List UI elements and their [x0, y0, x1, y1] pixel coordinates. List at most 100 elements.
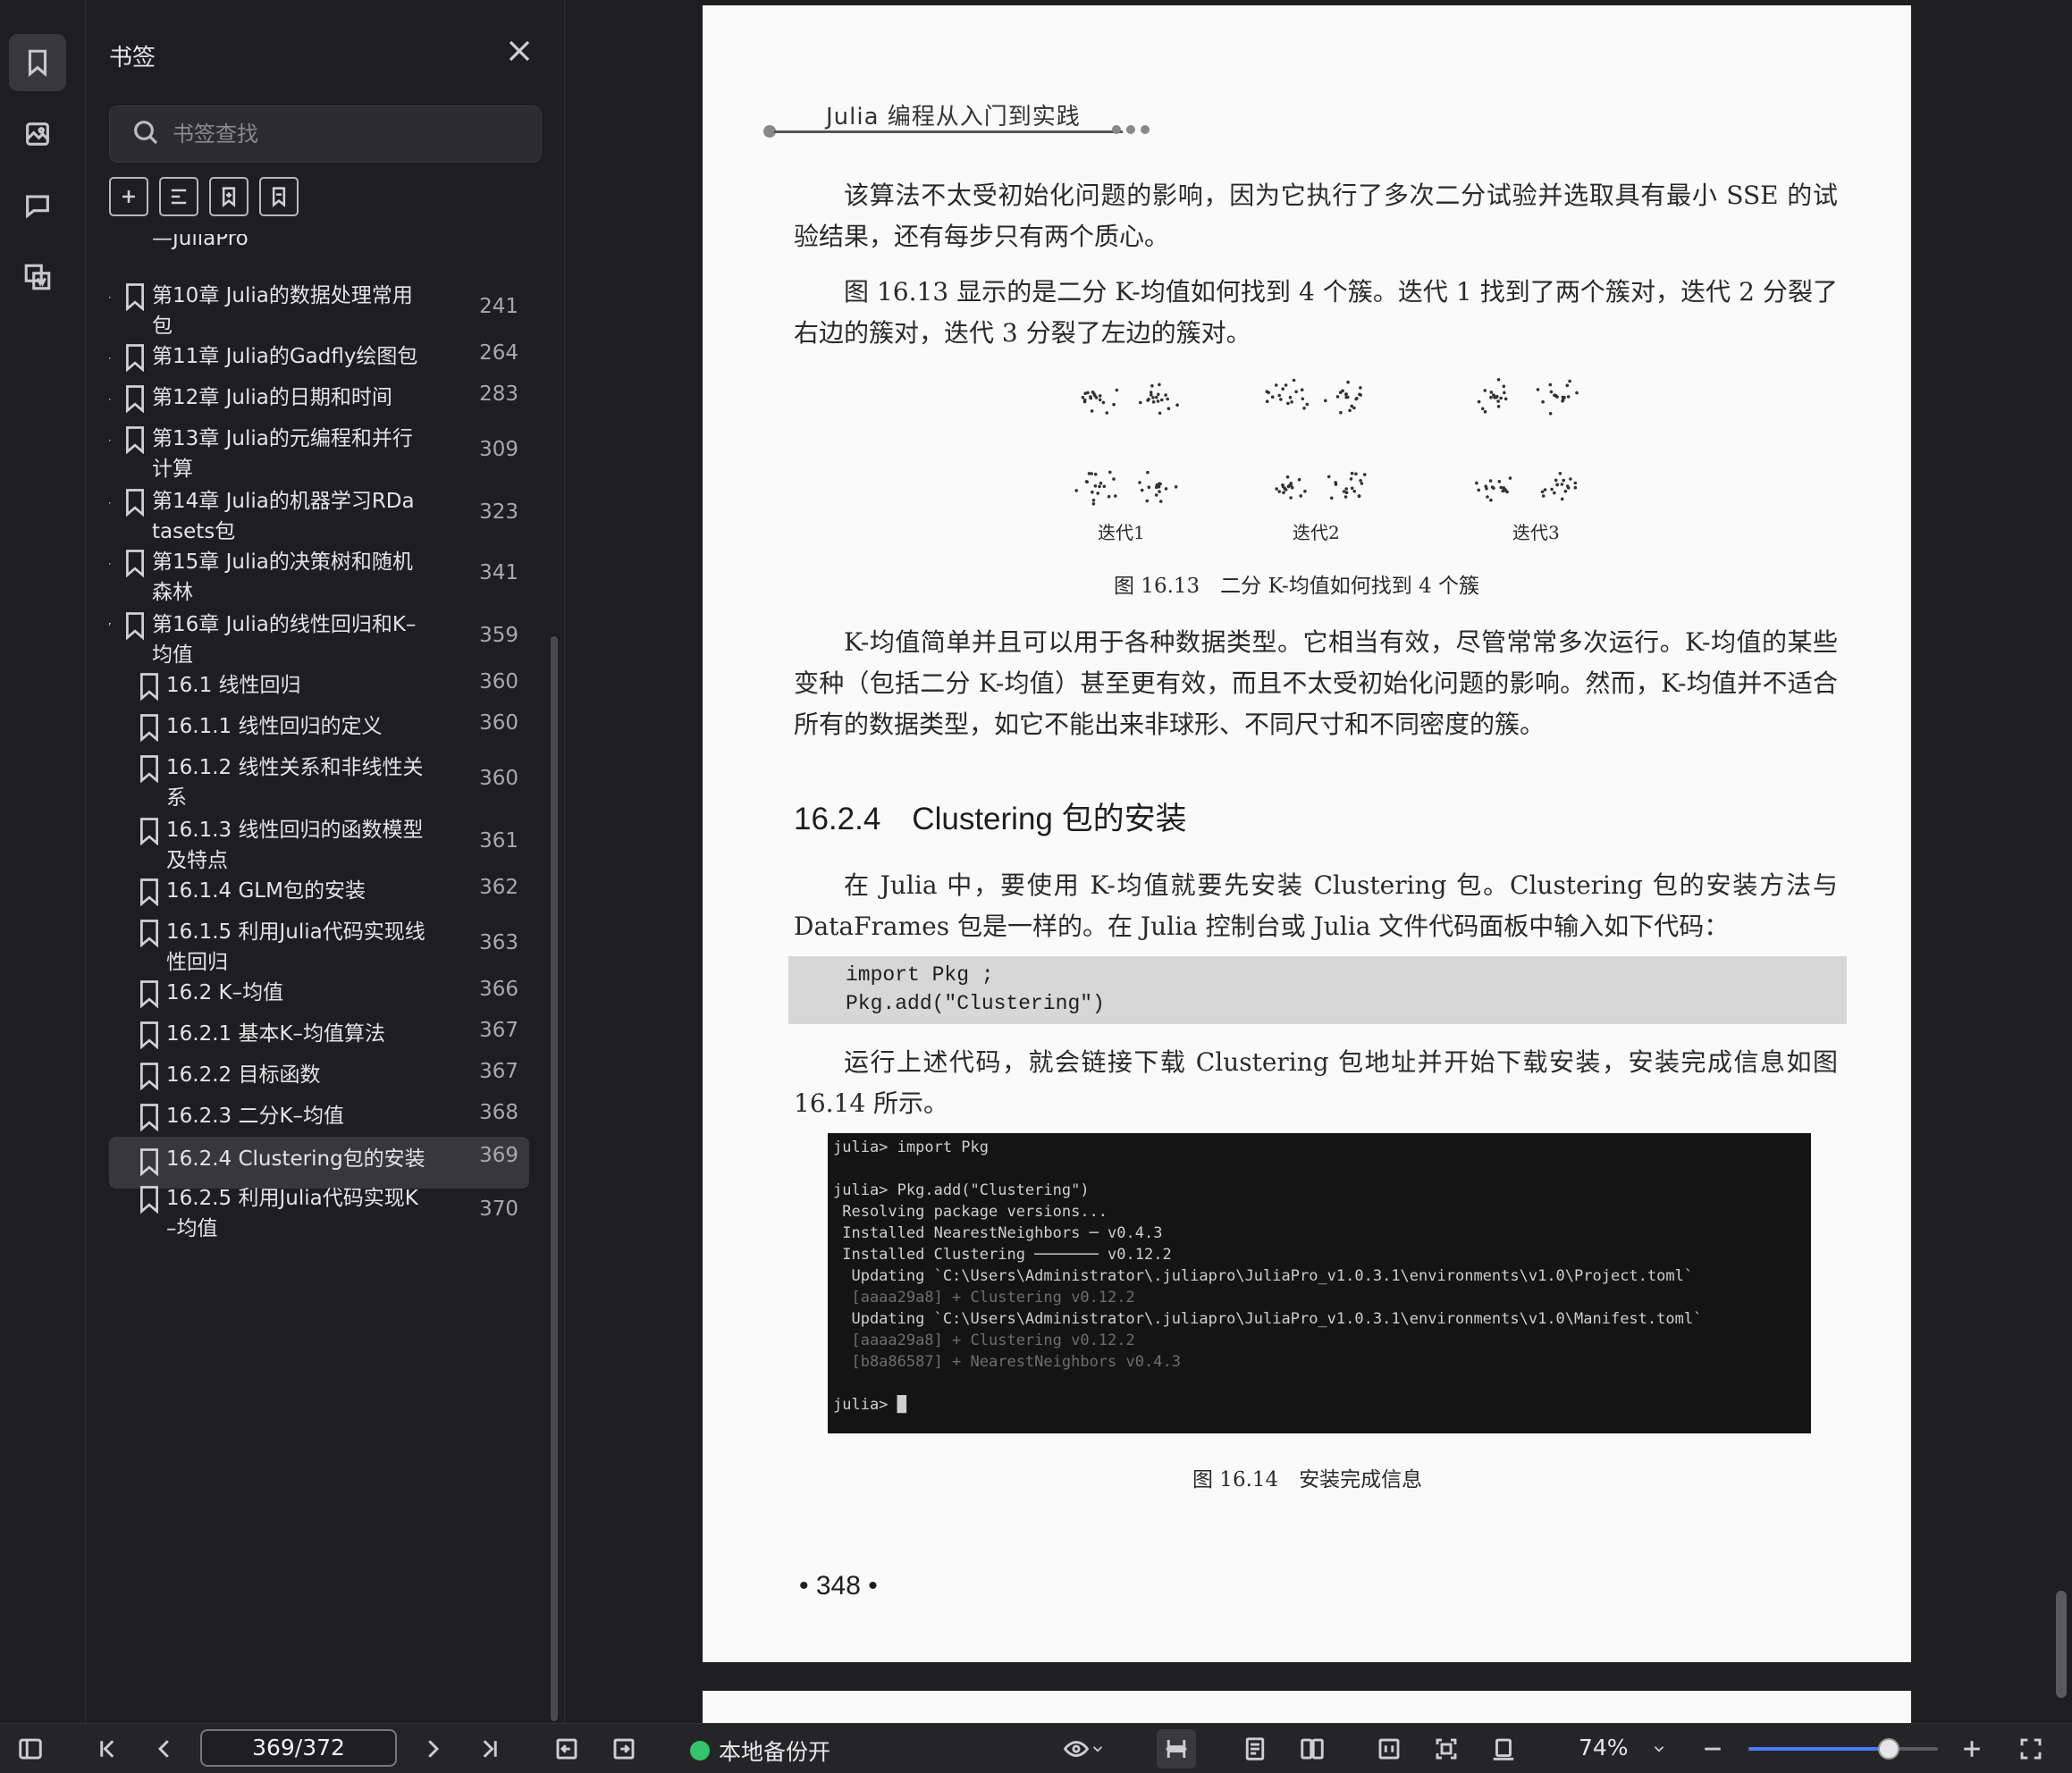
cluster-point: [1324, 399, 1327, 403]
cluster-point: [1338, 391, 1343, 394]
bookmark-panel-icon[interactable]: [9, 34, 66, 91]
cluster-point: [1288, 395, 1293, 399]
bookmark-item[interactable]: ▸ 第10章 Julia的数据处理常用包 241: [109, 279, 529, 338]
backup-label: 本地备份开: [719, 1739, 831, 1765]
cluster-point: [1105, 411, 1109, 415]
bookmark-item[interactable]: ▸ 第12章 Julia的日期和时间 283: [109, 381, 529, 422]
delete-bookmark-button[interactable]: [259, 177, 299, 216]
bookmark-page-number: 360: [479, 767, 518, 790]
bookmark-item[interactable]: ▸ 第14章 Julia的机器学习RDatasets包 323: [109, 484, 529, 543]
local-backup-status[interactable]: 本地备份开: [690, 1735, 830, 1767]
collapse-all-button[interactable]: [159, 177, 198, 216]
cluster-point: [1561, 399, 1564, 403]
comment-icon[interactable]: [9, 177, 66, 234]
forward-icon[interactable]: [608, 1733, 640, 1765]
bookmark-item[interactable]: —JuliaPro228: [109, 234, 529, 261]
cluster-point: [1483, 409, 1487, 414]
cluster-point: [1108, 470, 1112, 475]
cluster-point: [1488, 479, 1493, 483]
page-number-input[interactable]: 369/372: [200, 1729, 397, 1767]
cluster-point: [1147, 485, 1151, 489]
sidebar-toggle-icon[interactable]: [14, 1733, 46, 1765]
bookmark-item[interactable]: ▸ 第15章 Julia的决策树和随机森林 341: [109, 545, 529, 604]
document-scrollbar[interactable]: [2056, 1591, 2067, 1698]
bookmark-item[interactable]: 16.1.2 线性关系和非线性关系 360: [109, 751, 529, 810]
last-page-icon[interactable]: [474, 1733, 506, 1765]
fit-width-icon[interactable]: [1373, 1733, 1405, 1765]
cluster-point: [1279, 398, 1283, 401]
expand-all-button[interactable]: [109, 177, 148, 216]
cluster-point: [1561, 395, 1565, 399]
bookmark-item[interactable]: 16.2.5 利用Julia代码实现K–均值 370: [109, 1181, 529, 1240]
bookmark-item[interactable]: ▸ 第13章 Julia的元编程和并行计算 309: [109, 422, 529, 481]
eye-icon[interactable]: [1060, 1733, 1092, 1765]
cluster-point: [1503, 391, 1506, 395]
caret-collapsed-icon[interactable]: ▸: [109, 554, 111, 571]
fit-page-icon[interactable]: [1430, 1733, 1462, 1765]
bookmark-label: 16.1.2 线性关系和非线性关系: [166, 756, 424, 810]
caret-collapsed-icon[interactable]: ▸: [109, 349, 111, 366]
bookmark-item[interactable]: 16.1 线性回归 360: [109, 668, 529, 710]
next-page-icon[interactable]: [417, 1733, 449, 1765]
cluster-point: [1287, 483, 1292, 488]
chevron-down-icon[interactable]: [1648, 1733, 1670, 1765]
cluster-point: [1158, 382, 1161, 387]
cluster-point: [1096, 492, 1099, 495]
cluster-point: [1090, 409, 1094, 413]
bookmark-item[interactable]: 16.1.3 线性回归的函数模型及特点 361: [109, 813, 529, 872]
next-page-edge: [703, 1691, 1911, 1723]
first-page-icon[interactable]: [91, 1733, 123, 1765]
thumbnail-icon[interactable]: [9, 105, 66, 163]
bookmark-item[interactable]: 16.1.4 GLM包的安装 362: [109, 874, 529, 915]
zoom-slider-knob[interactable]: [1878, 1738, 1899, 1760]
two-page-icon[interactable]: [1296, 1733, 1328, 1765]
continuous-scroll-icon[interactable]: [1157, 1729, 1196, 1769]
bookmark-item[interactable]: 16.2.2 目标函数 367: [109, 1058, 529, 1099]
add-bookmark-button[interactable]: [209, 177, 248, 216]
bookmark-page-number: 359: [479, 624, 518, 647]
bookmark-item[interactable]: ▾ 第16章 Julia的线性回归和K–均值 359: [109, 608, 529, 667]
previous-page-icon[interactable]: [148, 1733, 181, 1765]
cluster-point: [1083, 391, 1087, 395]
page-number: • 348 •: [799, 1571, 878, 1601]
cluster-point: [1147, 398, 1150, 401]
cluster-point: [1164, 487, 1168, 491]
bookmark-item[interactable]: ▸ 第11章 Julia的Gadfly绘图包 264: [109, 340, 529, 381]
zoom-slider[interactable]: [1748, 1738, 1938, 1760]
bookmark-label: 16.2 K–均值: [166, 981, 284, 1004]
chevron-down-icon[interactable]: [1089, 1733, 1107, 1765]
fullscreen-icon[interactable]: [2015, 1733, 2047, 1765]
close-icon[interactable]: [506, 38, 538, 70]
bookmark-item[interactable]: 16.1.1 线性回归的定义 360: [109, 710, 529, 751]
cluster-point: [1277, 393, 1281, 398]
bookmark-item[interactable]: 16.2 K–均值 366: [109, 976, 529, 1017]
document-viewport[interactable]: Julia 编程从入门到实践 该算法不太受初始化问题的影响，因为它执行了多次二分…: [565, 0, 2072, 1723]
bookmark-item[interactable]: 16.2.1 基本K–均值算法 367: [109, 1017, 529, 1058]
status-bar: 369/372 本地备份开 74%: [0, 1723, 2072, 1773]
caret-collapsed-icon[interactable]: ▸: [109, 431, 111, 448]
caret-collapsed-icon[interactable]: ▸: [109, 390, 111, 407]
bookmark-search-box[interactable]: [109, 105, 542, 163]
cluster-point: [1138, 481, 1141, 484]
cluster-point: [1362, 473, 1367, 476]
single-page-icon[interactable]: [1239, 1733, 1271, 1765]
extract-page-icon[interactable]: [9, 248, 66, 306]
left-icon-rail: [0, 0, 86, 1723]
back-icon[interactable]: [551, 1733, 583, 1765]
panel-scrollbar[interactable]: [551, 636, 558, 1721]
caret-expanded-icon[interactable]: ▾: [109, 617, 111, 634]
zoom-out-icon[interactable]: [1697, 1733, 1729, 1765]
bookmark-item[interactable]: 16.2.3 二分K–均值 368: [109, 1099, 529, 1140]
zoom-level[interactable]: 74%: [1579, 1735, 1629, 1760]
caret-collapsed-icon[interactable]: ▸: [109, 288, 111, 305]
bookmark-item[interactable]: 16.1.5 利用Julia代码实现线性回归 363: [109, 915, 529, 974]
rotate-page-icon[interactable]: [1487, 1733, 1520, 1765]
cluster-point: [1112, 477, 1116, 481]
cluster-point: [1292, 378, 1296, 382]
bookmark-label: —JuliaPro: [152, 234, 248, 250]
caret-collapsed-icon[interactable]: ▸: [109, 493, 111, 510]
paragraph: 该算法不太受初始化问题的影响，因为它执行了多次二分试验并选取具有最小 SSE 的…: [794, 181, 1838, 251]
bookmark-search-input[interactable]: [173, 122, 512, 147]
zoom-in-icon[interactable]: [1956, 1733, 1988, 1765]
bookmark-page-number: 370: [479, 1197, 518, 1221]
